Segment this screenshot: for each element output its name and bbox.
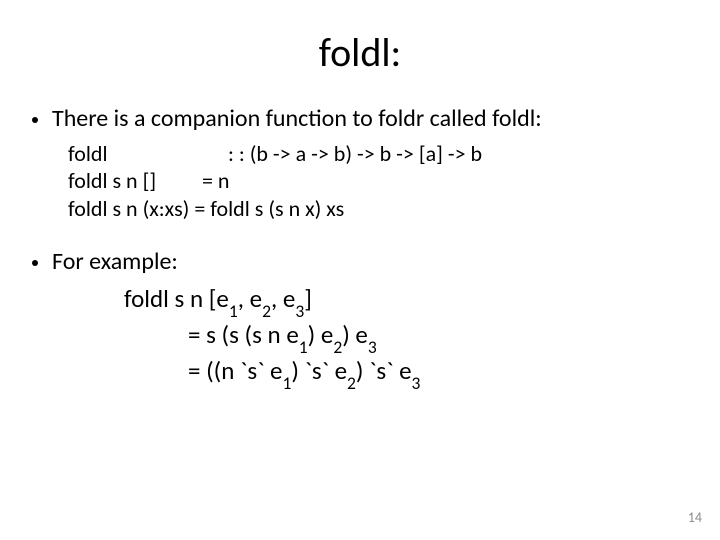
bullet1-prefix: There is a companion function to bbox=[52, 104, 378, 133]
code-line-1: foldl: : (b -> a -> b) -> b -> [a] -> b bbox=[68, 140, 688, 168]
e2-pre: = s (s (s n e bbox=[188, 319, 299, 350]
e3-pre: = ((n `s` e bbox=[188, 355, 282, 386]
bullet-dot-icon bbox=[32, 117, 38, 123]
slide-title: foldl: bbox=[0, 0, 720, 87]
code-l2a: foldl s n [] bbox=[68, 167, 202, 195]
code-l1b: : : (b -> a -> b) -> b -> [a] -> b bbox=[228, 140, 482, 167]
bullet-item-2: For example: bbox=[32, 248, 688, 277]
code-line-3: foldl s n (x:xs) = foldl s (s n x) xs bbox=[68, 195, 688, 223]
bullet1-middle: called bbox=[424, 104, 492, 133]
e3-mid2: ) `s` e bbox=[356, 355, 412, 386]
e1-sub1: 1 bbox=[229, 300, 238, 322]
e2-mid1: ) e bbox=[308, 319, 334, 350]
bullet-text-2: For example: bbox=[52, 248, 178, 277]
e1-post: ] bbox=[304, 283, 312, 314]
e2-sub1: 1 bbox=[299, 336, 308, 358]
e2-sub2: 2 bbox=[333, 336, 342, 358]
page-number: 14 bbox=[688, 509, 702, 526]
example-line-3: = ((n `s` e1) `s` e2) `s` e3 bbox=[188, 355, 688, 391]
e3-sub2: 2 bbox=[347, 372, 356, 394]
code-line-2: foldl s n []= n bbox=[68, 167, 688, 195]
code-block: foldl: : (b -> a -> b) -> b -> [a] -> b … bbox=[68, 140, 688, 223]
e1-pre: foldl s n [e bbox=[124, 283, 229, 314]
slide-body: There is a companion function to foldr c… bbox=[0, 87, 720, 391]
e3-sub3: 3 bbox=[412, 372, 421, 394]
code-l1a: foldl bbox=[68, 140, 228, 168]
e1-mid2: , e bbox=[271, 283, 295, 314]
code-l2b: = n bbox=[202, 167, 230, 194]
e3-sub1: 1 bbox=[282, 372, 291, 394]
slide: foldl: There is a companion function to … bbox=[0, 0, 720, 540]
e1-sub2: 2 bbox=[262, 300, 271, 322]
example-block: foldl s n [e1, e2, e3] = s (s (s n e1) e… bbox=[124, 283, 688, 391]
e2-sub3: 3 bbox=[368, 336, 377, 358]
bullet-text-1: There is a companion function to foldr c… bbox=[52, 105, 542, 134]
e1-mid1: , e bbox=[238, 283, 262, 314]
e1-sub3: 3 bbox=[295, 300, 304, 322]
bullet-dot-icon bbox=[32, 260, 38, 266]
e2-mid2: ) e bbox=[342, 319, 368, 350]
example-line-2: = s (s (s n e1) e2) e3 bbox=[188, 319, 688, 355]
bullet1-fn2: foldl bbox=[492, 104, 535, 133]
bullet-item-1: There is a companion function to foldr c… bbox=[32, 105, 688, 134]
e3-mid1: ) `s` e bbox=[291, 355, 347, 386]
example-line-1: foldl s n [e1, e2, e3] bbox=[124, 283, 688, 319]
bullet1-fn1: foldr bbox=[378, 104, 424, 133]
bullet1-suffix: : bbox=[535, 104, 541, 133]
